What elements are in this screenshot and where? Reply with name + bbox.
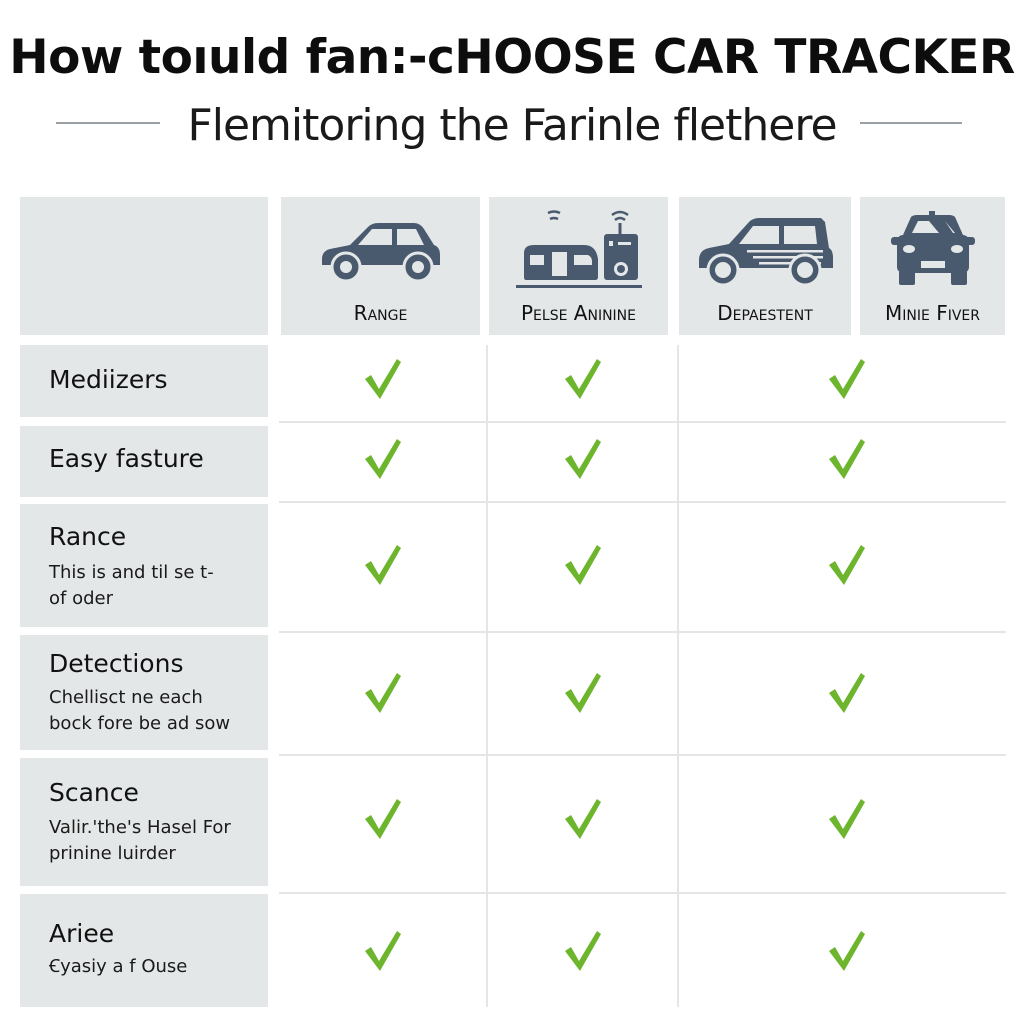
column-header-label: Minie Fiver	[885, 301, 980, 325]
checkmark-icon	[559, 795, 605, 841]
column-divider	[677, 345, 679, 1007]
row-divider	[279, 421, 1006, 423]
column-header-minie-fiver: Minie Fiver	[860, 197, 1005, 335]
car-front-view-icon	[860, 207, 1005, 292]
row-divider	[279, 754, 1006, 756]
feature-row-scance: Scance Valir.'the's Hasel For prinine lu…	[20, 758, 268, 886]
checkmark-icon	[559, 541, 605, 587]
feature-description: Ꞓyasiy a f Ouse	[49, 956, 188, 977]
hatchback-car-icon	[281, 207, 480, 292]
page-title: How toıuld fan:-cHOOSE CAR TRACKER	[9, 30, 1015, 85]
feature-name: Ariee	[49, 919, 115, 948]
feature-name: Easy fasture	[49, 444, 204, 473]
page-subtitle: Flemitoring the Farinle flethere	[187, 100, 837, 151]
column-header-range: Range	[281, 197, 480, 335]
column-divider	[486, 345, 488, 1007]
feature-row-easy-fasture: Easy fasture	[20, 426, 268, 497]
checkmark-icon	[823, 669, 869, 715]
checkmark-icon	[559, 355, 605, 401]
column-header-label: Depaestent	[717, 301, 813, 325]
subtitle-divider-right	[860, 122, 962, 124]
checkmark-icon	[359, 669, 405, 715]
column-header-depaestent: Depaestent	[679, 197, 851, 335]
subtitle-row: Flemitoring the Farinle flethere	[0, 100, 1024, 156]
column-header-pelse-aninine: Pelse Aninine	[489, 197, 668, 335]
checkmark-icon	[823, 435, 869, 481]
feature-row-detections: Detections Chellisct ne each bock fore b…	[20, 635, 268, 750]
feature-name: Detections	[49, 649, 184, 678]
checkmark-icon	[359, 795, 405, 841]
feature-row-mediizers: Mediizers	[20, 345, 268, 417]
row-divider	[279, 631, 1006, 633]
feature-name: Rance	[49, 522, 127, 551]
feature-row-ariee: Ariee Ꞓyasiy a f Ouse	[20, 894, 268, 1007]
checkmark-icon	[823, 355, 869, 401]
suv-car-icon	[679, 207, 851, 292]
feature-row-rance: Rance This is and til se t- of oder	[20, 504, 268, 627]
feature-description: Chellisct ne each bock fore be ad sow	[49, 687, 231, 734]
column-header-label: Range	[353, 301, 408, 325]
row-divider	[279, 892, 1006, 894]
checkmark-icon	[823, 795, 869, 841]
checkmark-icon	[559, 669, 605, 715]
feature-name: Mediizers	[49, 365, 168, 394]
checkmark-icon	[823, 541, 869, 587]
checkmark-icon	[359, 355, 405, 401]
row-divider	[279, 501, 1006, 503]
column-header-label: Pelse Aninine	[521, 301, 636, 325]
checkmark-icon	[359, 927, 405, 973]
checkmark-icon	[359, 541, 405, 587]
checkmark-icon	[359, 435, 405, 481]
feature-description: Valir.'the's Hasel For prinine luirder	[49, 817, 231, 864]
feature-name: Scance	[49, 778, 139, 807]
checkmark-icon	[559, 435, 605, 481]
checkmark-icon	[559, 927, 605, 973]
van-and-tracker-device-icon	[489, 207, 668, 292]
feature-description: This is and til se t- of oder	[49, 562, 214, 609]
checkmark-icon	[823, 927, 869, 973]
header-corner-cell	[20, 197, 268, 335]
